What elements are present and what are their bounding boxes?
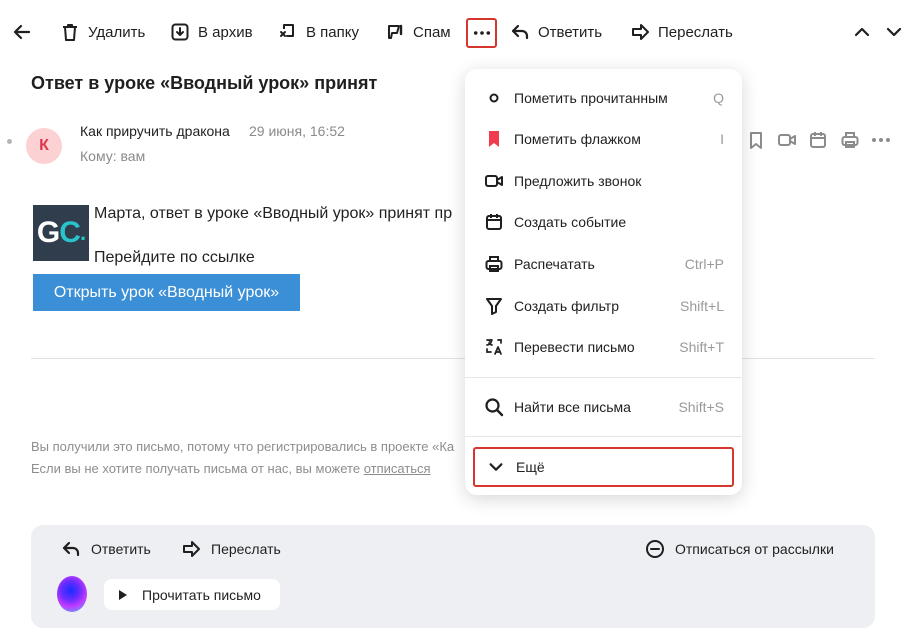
recipient-line[interactable]: Кому: вам (80, 148, 145, 164)
bookmark-button[interactable] (746, 130, 766, 152)
spam-label: Спам (413, 23, 451, 41)
archive-icon (170, 22, 190, 42)
folder-move-icon (278, 22, 298, 42)
menu-item-translate[interactable]: Перевести письмо Shift+T (465, 327, 742, 367)
more-actions-button[interactable] (466, 18, 497, 48)
bookmark-icon (746, 130, 766, 150)
forward-icon (181, 539, 201, 559)
next-mail-button[interactable] (884, 18, 904, 46)
menu-item-suggest-call[interactable]: Предложить звонок (465, 161, 742, 201)
video-call-icon (777, 130, 797, 150)
assistant-orb[interactable] (57, 576, 87, 612)
video-call-icon (483, 170, 505, 192)
footer-unsubscribe-line: Если вы не хотите получать письма от нас… (31, 461, 431, 476)
open-lesson-button[interactable]: Открыть урок «Вводный урок» (33, 274, 300, 311)
flag-icon (483, 128, 505, 150)
move-to-folder-button[interactable]: В папку (278, 18, 359, 46)
body-greeting: Марта, ответ в уроке «Вводный урок» прин… (94, 205, 453, 222)
more-actions-menu: Пометить прочитанным Q Пометить флажком … (465, 69, 742, 495)
panel-reply-button[interactable]: Ответить (61, 539, 151, 559)
menu-item-create-filter[interactable]: Создать фильтр Shift+L (465, 286, 742, 326)
dot-icon (483, 87, 505, 109)
previous-mail-button[interactable] (852, 18, 872, 46)
filter-icon (483, 295, 505, 317)
quick-actions-panel: Ответить Переслать Отписаться от рассылк… (31, 525, 875, 628)
mail-subject: Ответ в уроке «Вводный урок» принят (31, 73, 378, 93)
reply-label: Ответить (538, 23, 603, 41)
menu-item-create-event[interactable]: Создать событие (465, 202, 742, 242)
delete-label: Удалить (88, 23, 146, 41)
reply-icon (510, 22, 530, 42)
header-more-button[interactable] (871, 130, 891, 152)
chevron-down-icon (485, 456, 507, 478)
menu-separator (465, 377, 742, 378)
calendar-icon (808, 130, 828, 150)
unsubscribe-link[interactable]: отписаться (364, 461, 431, 476)
calendar-icon (483, 211, 505, 233)
printer-icon (840, 130, 860, 150)
forward-icon (630, 22, 650, 42)
reply-icon (61, 539, 81, 559)
delete-button[interactable]: Удалить (60, 18, 145, 46)
menu-item-print[interactable]: Распечатать Ctrl+P (465, 244, 742, 284)
body-instruction: Перейдите по ссылке (94, 249, 255, 266)
video-call-button[interactable] (777, 130, 797, 152)
menu-item-more[interactable]: Ещё (473, 447, 734, 487)
chevron-up-icon (852, 22, 872, 42)
menu-item-flag[interactable]: Пометить флажком I (465, 119, 742, 159)
search-icon (483, 396, 505, 418)
archive-button[interactable]: В архив (170, 18, 253, 46)
play-icon (118, 589, 128, 601)
more-dots-icon (871, 130, 891, 150)
getcourse-logo: GC. (33, 205, 89, 261)
forward-label: Переслать (658, 23, 733, 41)
mail-toolbar: Удалить В архив В папку Спам Ответить Пе… (0, 0, 909, 64)
sender-name[interactable]: Как приручить дракона (80, 123, 230, 139)
create-event-button[interactable] (808, 130, 828, 152)
body-divider (31, 358, 875, 359)
menu-separator (465, 436, 742, 437)
back-arrow-icon (12, 22, 32, 42)
back-button[interactable] (12, 18, 32, 46)
spam-button[interactable]: Спам (385, 18, 451, 46)
archive-label: В архив (198, 23, 253, 41)
menu-item-find-all[interactable]: Найти все письма Shift+S (465, 387, 742, 427)
unread-dot[interactable] (7, 139, 12, 144)
more-dots-icon (473, 30, 491, 36)
forward-button[interactable]: Переслать (630, 18, 733, 46)
mail-date: 29 июня, 16:52 (249, 123, 345, 139)
printer-icon (483, 253, 505, 275)
spam-icon (385, 22, 405, 42)
reply-button[interactable]: Ответить (510, 18, 602, 46)
trash-icon (60, 22, 80, 42)
read-mail-aloud-button[interactable]: Прочитать письмо (104, 579, 280, 610)
footer-reason: Вы получили это письмо, потому что регис… (31, 439, 455, 454)
unsubscribe-newsletter-button[interactable]: Отписаться от рассылки (645, 539, 834, 559)
menu-item-mark-read[interactable]: Пометить прочитанным Q (465, 78, 742, 118)
avatar[interactable]: К (26, 128, 62, 164)
unsubscribe-icon (645, 539, 665, 559)
panel-forward-button[interactable]: Переслать (181, 539, 281, 559)
print-button[interactable] (840, 130, 860, 152)
chevron-down-icon (884, 22, 904, 42)
folder-label: В папку (306, 23, 359, 41)
translate-icon (483, 336, 505, 358)
